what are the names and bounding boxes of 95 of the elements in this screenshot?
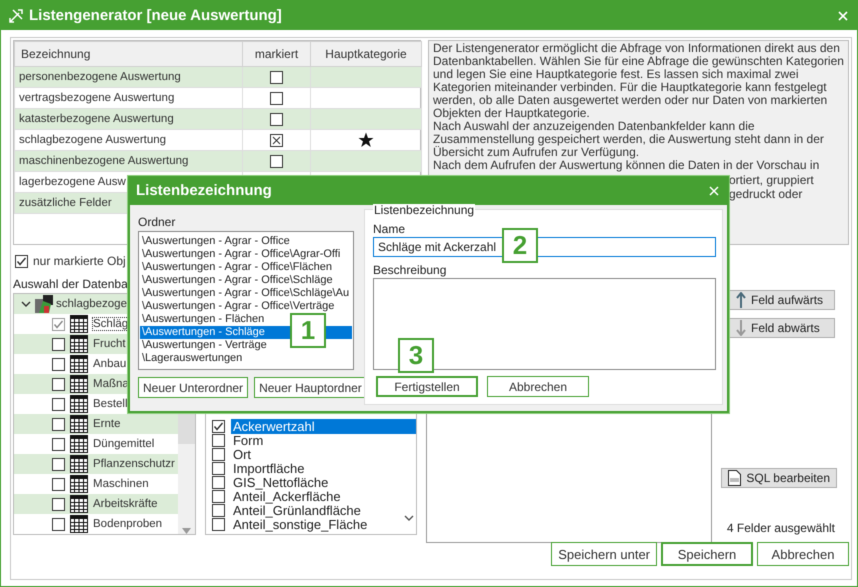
checkbox[interactable] (270, 92, 283, 104)
table-icon (70, 435, 88, 453)
checkbox[interactable] (212, 518, 225, 530)
scroll-down-icon (404, 515, 414, 522)
table-icon (70, 415, 88, 433)
table-icon (70, 475, 88, 493)
table-icon (70, 495, 88, 513)
checkbox[interactable] (52, 378, 65, 390)
tree-item[interactable]: Anbau (93, 358, 126, 370)
table-cell: personenbezogene Auswertung (14, 66, 242, 88)
field-item[interactable]: Anteil_Ackerfläche (230, 488, 416, 504)
document-icon (728, 470, 742, 486)
tools-icon (9, 8, 23, 22)
footer-button[interactable]: Speichern unter (551, 542, 657, 566)
tree-item[interactable]: Bestell (93, 398, 128, 410)
folder-button[interactable]: Neuer Unterordner (138, 377, 248, 398)
checkbox[interactable] (212, 476, 225, 488)
callout-number: 3 (398, 338, 434, 373)
checkbox[interactable] (212, 462, 225, 474)
folder-list[interactable] (138, 231, 354, 370)
table-icon (70, 335, 88, 353)
checked-checkbox[interactable] (52, 318, 65, 330)
checkbox[interactable] (52, 518, 65, 530)
tree-item[interactable]: Schläg (93, 318, 128, 330)
close-icon[interactable] (709, 186, 719, 196)
folder-button[interactable]: Neuer Hauptordner (254, 377, 367, 398)
field-item[interactable]: Anteil_sonstige_Fläche (230, 516, 416, 532)
table-icon (70, 395, 88, 413)
arrow-down-icon (736, 320, 746, 336)
field-item[interactable]: Ackerwertzahl (230, 418, 416, 434)
dialog-button[interactable]: Abbrechen (487, 376, 589, 397)
checkbox[interactable] (270, 154, 283, 168)
checkbox[interactable] (52, 358, 65, 370)
window-title: Listengenerator [neue Auswertung] (29, 7, 283, 24)
checkbox[interactable] (52, 438, 65, 450)
footer-button[interactable]: Abbrechen (757, 542, 849, 566)
column-header[interactable]: markiert (242, 42, 310, 66)
tree-item[interactable]: Ernte (93, 418, 120, 430)
move-up-button[interactable]: Feld aufwärts (729, 290, 835, 310)
selection-count: 4 Felder ausgewählt (726, 521, 835, 535)
checked-checkbox[interactable] (212, 420, 225, 432)
checkbox[interactable] (270, 70, 283, 84)
field-label: Name (373, 222, 406, 236)
callout-number: 2 (502, 228, 538, 263)
sql-edit-button[interactable]: SQL bearbeiten (721, 468, 837, 488)
field-label: Beschreibung (373, 263, 448, 277)
table-icon (70, 375, 88, 393)
tree-item[interactable]: Düngemittel (93, 438, 154, 450)
checkbox[interactable] (52, 478, 65, 490)
folder-item[interactable]: \Auswertungen - Agrar - Office\Flächen (140, 261, 352, 274)
field-item[interactable]: Form (230, 432, 416, 448)
checkbox[interactable] (52, 338, 65, 350)
tree-item[interactable]: Bodenproben (93, 518, 162, 530)
section-label: Auswahl der Datenba (13, 277, 128, 293)
description-text-fragment: ortiert, gruppiert (729, 173, 814, 187)
folder-item[interactable]: \Auswertungen - Agrar - Office\Agrar-Offi (140, 248, 352, 261)
tree-item[interactable]: Frucht (93, 338, 126, 350)
table-icon (70, 455, 88, 473)
close-icon[interactable] (837, 10, 849, 22)
table-icon (70, 315, 88, 333)
move-down-button[interactable]: Feld abwärts (729, 318, 835, 338)
group-label: Listenbezeichnung (373, 204, 476, 216)
footer-button[interactable]: Speichern (661, 542, 753, 566)
checkbox[interactable] (52, 418, 65, 430)
folder-item[interactable]: \Auswertungen - Agrar - Office\Schläge (140, 274, 352, 287)
checkbox[interactable] (52, 398, 65, 410)
table-icon (70, 355, 88, 373)
table-icon (70, 515, 88, 533)
checked-checkbox[interactable] (270, 134, 283, 146)
checkbox[interactable] (52, 498, 65, 510)
description-text-fragment: gedruckt oder (729, 187, 802, 201)
field-item[interactable]: Anteil_Grünlandfläche (230, 502, 416, 518)
folder-item[interactable]: \Auswertungen - Agrar - Office (140, 235, 352, 248)
table-cell: maschinenbezogene Auswertung (14, 150, 242, 172)
checkbox-label: nur markierte Obj (33, 254, 126, 268)
checkbox[interactable] (212, 448, 225, 460)
field-map-icon (35, 295, 53, 313)
column-header[interactable]: Bezeichnung (14, 42, 242, 66)
column-header[interactable]: Hauptkategorie (310, 42, 422, 66)
dialog-button[interactable]: Fertigstellen (376, 376, 478, 397)
callout-number: 1 (290, 313, 326, 348)
tree-item[interactable]: Maschinen (93, 478, 149, 490)
arrow-up-icon (736, 292, 746, 308)
field-item[interactable]: Importfläche (230, 460, 416, 476)
table-cell: katasterbezogene Auswertung (14, 108, 242, 130)
checkbox[interactable] (212, 504, 225, 516)
checkbox[interactable] (212, 434, 225, 446)
checked-checkbox[interactable] (15, 254, 28, 268)
checkbox[interactable] (212, 490, 225, 502)
field-item[interactable]: GIS_Nettofläche (230, 474, 416, 490)
description-field[interactable] (373, 278, 716, 370)
checkbox[interactable] (270, 112, 283, 126)
checkbox[interactable] (52, 458, 65, 470)
field-label: Ordner (138, 215, 176, 229)
field-item[interactable]: Ort (230, 446, 416, 462)
